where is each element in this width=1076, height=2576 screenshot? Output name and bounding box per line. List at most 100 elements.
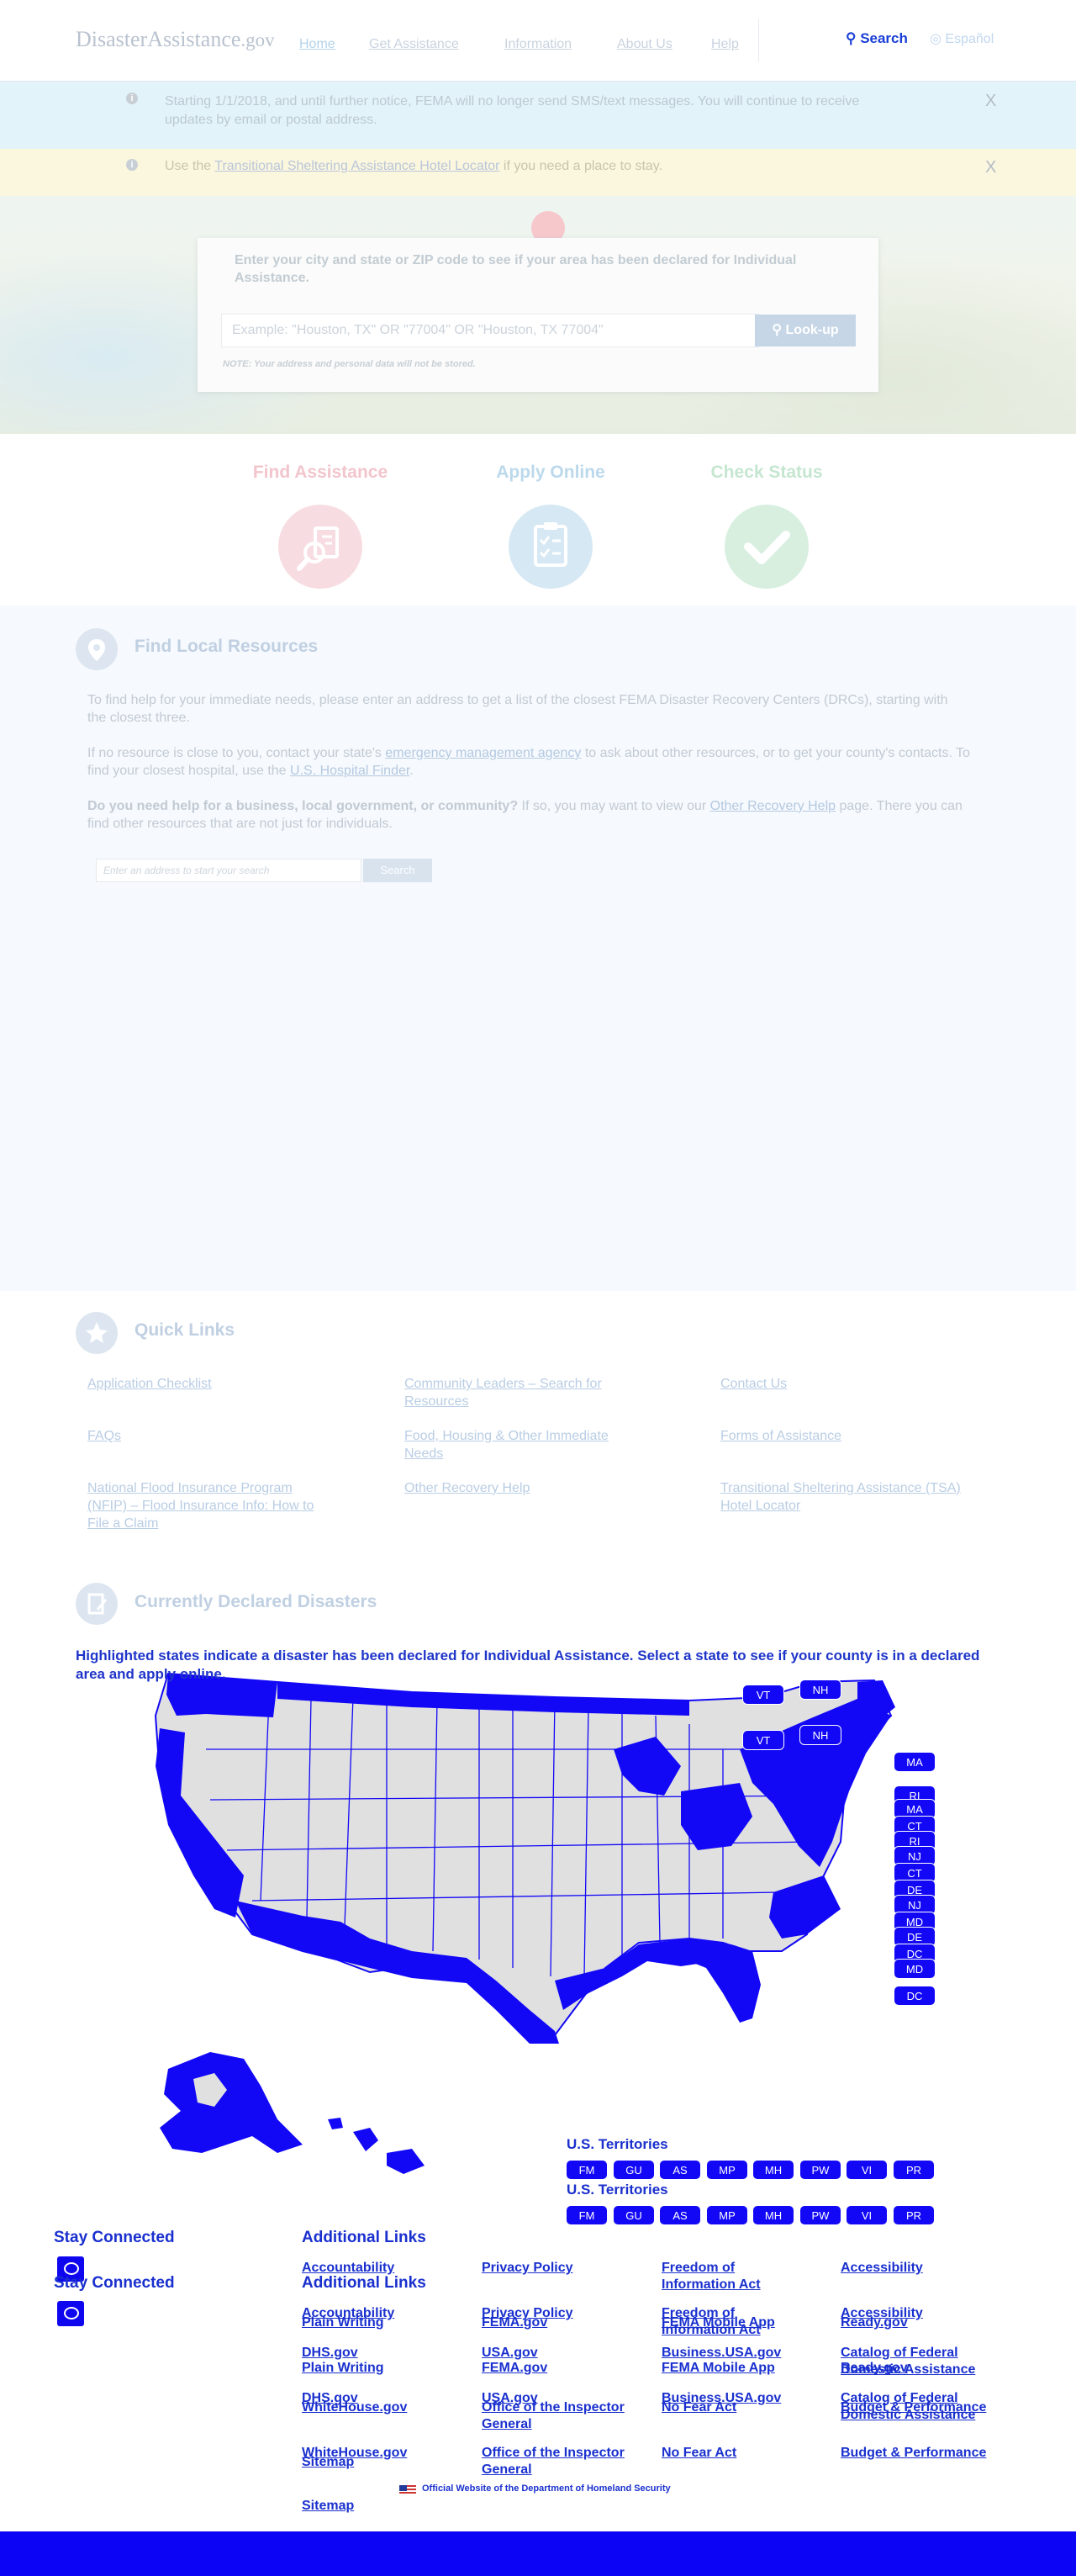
map-region-florida[interactable] [685, 1943, 761, 2023]
footer-link[interactable]: Budget & Performance [841, 2399, 1009, 2416]
hospital-finder-link[interactable]: U.S. Hospital Finder [290, 764, 409, 778]
quick-link[interactable]: FAQs [87, 1427, 331, 1445]
quick-link[interactable]: Application Checklist [87, 1375, 331, 1393]
footer-link[interactable]: FEMA Mobile App [662, 2360, 821, 2377]
territory-chip-mh[interactable]: MH [752, 2160, 794, 2180]
territory-chip-as[interactable]: AS [659, 2205, 701, 2225]
check-status-action[interactable]: Check Status [683, 463, 851, 589]
nav-home[interactable]: Home [299, 37, 335, 52]
location-input[interactable] [221, 314, 759, 347]
territory-chip-as[interactable]: AS [659, 2160, 701, 2180]
nav-help[interactable]: Help [711, 37, 739, 52]
territory-chip-pr[interactable]: PR [893, 2205, 935, 2225]
address-search-input[interactable] [96, 859, 361, 882]
footer-link[interactable]: Freedom of Information Act [662, 2260, 804, 2293]
territory-chip-fm[interactable]: FM [566, 2160, 608, 2180]
chat-icon[interactable] [57, 2301, 84, 2326]
footer-link[interactable]: Sitemap [302, 2498, 462, 2515]
map-contiguous-us[interactable] [154, 1672, 893, 2037]
site-logo[interactable]: DisasterAssistance.gov [76, 27, 275, 52]
footer-link-text: Office of the Inspector General [482, 2446, 625, 2477]
star-icon [76, 1312, 118, 1354]
state-chip-dc[interactable]: DC [894, 1986, 936, 2006]
territory-chip-mh[interactable]: MH [752, 2205, 794, 2225]
site-header: DisasterAssistance.gov Home Get Assistan… [0, 0, 1076, 82]
bottom-bar [0, 2531, 1076, 2576]
quick-link[interactable]: National Flood Insurance Program (NFIP) … [87, 1479, 331, 1532]
tsa-hotel-locator-link[interactable]: Transitional Sheltering Assistance Hotel… [214, 159, 499, 173]
find-assistance-action[interactable]: Find Assistance [236, 463, 404, 589]
emergency-management-link[interactable]: emergency management agency [385, 746, 581, 760]
other-recovery-help-link[interactable]: Other Recovery Help [710, 799, 836, 813]
state-chip-nh[interactable]: NH [799, 1725, 841, 1745]
footer-link[interactable]: Accessibility [841, 2260, 1000, 2277]
address-search-button[interactable]: Search [363, 859, 432, 882]
sms-alert: i Starting 1/1/2018, and until further n… [0, 82, 1076, 149]
map-alaska[interactable] [160, 2052, 303, 2153]
state-chip-vt[interactable]: VT [742, 1730, 784, 1750]
footer-link[interactable]: No Fear Act [662, 2399, 821, 2416]
nav-information[interactable]: Information [504, 37, 572, 52]
footer-link[interactable]: Sitemap [302, 2454, 462, 2471]
footer-link-text: Sitemap [302, 2455, 355, 2469]
territory-chip-pr[interactable]: PR [893, 2160, 935, 2180]
document-edit-icon [76, 1583, 118, 1625]
footer-link[interactable]: Privacy Policy [482, 2260, 641, 2277]
close-alert-button[interactable]: X [985, 92, 996, 110]
footer-link[interactable]: Accountability [302, 2260, 462, 2277]
footer-link[interactable]: DHS.gov [302, 2345, 462, 2362]
alert-text: Starting 1/1/2018, and until further not… [165, 94, 860, 127]
footer-link[interactable]: FEMA Mobile App [662, 2314, 821, 2331]
lookup-button[interactable]: ⚲ Look-up [755, 315, 856, 346]
apply-online-action[interactable]: Apply Online [467, 463, 635, 589]
action-label: Check Status [710, 463, 823, 482]
footer-link[interactable]: Plain Writing [302, 2360, 462, 2377]
state-chip-vt[interactable]: VT [742, 1685, 784, 1705]
territory-chip-mp[interactable]: MP [706, 2160, 748, 2180]
footer-link[interactable]: Ready.gov [841, 2314, 1000, 2331]
footer-link-text: FEMA Mobile App [662, 2361, 775, 2375]
quick-link[interactable]: Transitional Sheltering Assistance (TSA)… [720, 1479, 964, 1515]
territory-chip-vi[interactable]: VI [846, 2160, 888, 2180]
state-chip-md[interactable]: MD [894, 1959, 936, 1979]
territory-chip-pw[interactable]: PW [799, 2160, 841, 2180]
footer-link[interactable]: Office of the Inspector General [482, 2445, 625, 2478]
section-title: Currently Declared Disasters [134, 1592, 377, 1611]
alert-prefix: Use the [165, 159, 215, 173]
territory-chip-mp[interactable]: MP [706, 2205, 748, 2225]
territory-chip-vi[interactable]: VI [846, 2205, 888, 2225]
footer-link[interactable]: USA.gov [482, 2345, 641, 2362]
territory-chip-fm[interactable]: FM [566, 2205, 608, 2225]
territory-chip-pw[interactable]: PW [799, 2205, 841, 2225]
quick-link[interactable]: Contact Us [720, 1375, 964, 1393]
quick-link[interactable]: Forms of Assistance [720, 1427, 964, 1445]
us-disaster-map[interactable] [134, 1648, 975, 2187]
footer-link[interactable]: Office of the Inspector General [482, 2399, 625, 2433]
alert-text: Use the Transitional Sheltering Assistan… [165, 157, 879, 176]
quick-link[interactable]: Food, Housing & Other Immediate Needs [404, 1427, 648, 1463]
territory-chip-gu[interactable]: GU [613, 2205, 655, 2225]
footer-link-text: Plain Writing [302, 2315, 384, 2330]
footer-link[interactable]: FEMA.gov [482, 2314, 641, 2331]
official-website-notice: Official Website of the Department of Ho… [422, 2483, 671, 2494]
close-alert-button[interactable]: X [985, 158, 996, 177]
quick-link[interactable]: Community Leaders – Search for Resources [404, 1375, 648, 1410]
footer-link[interactable]: WhiteHouse.gov [302, 2399, 462, 2416]
footer-link[interactable]: FEMA.gov [482, 2360, 641, 2377]
footer-link[interactable]: No Fear Act [662, 2445, 821, 2462]
footer-link[interactable]: Budget & Performance [841, 2445, 1009, 2462]
language-link[interactable]: ◎ Español [930, 30, 994, 47]
search-button[interactable]: ⚲ Search [846, 30, 908, 47]
footer-link[interactable]: Business.USA.gov [662, 2345, 821, 2362]
quick-link[interactable]: Other Recovery Help [404, 1479, 648, 1497]
footer-link-text: Business.USA.gov [662, 2346, 782, 2360]
footer-link-text: USA.gov [482, 2346, 538, 2360]
nav-get-assistance[interactable]: Get Assistance [369, 37, 459, 52]
nav-about-us[interactable]: About Us [617, 37, 672, 52]
footer-link[interactable]: Ready.gov [841, 2360, 1000, 2377]
map-hawaii[interactable] [328, 2118, 425, 2174]
state-chip-ma[interactable]: MA [894, 1752, 936, 1772]
territory-chip-gu[interactable]: GU [613, 2160, 655, 2180]
footer-link[interactable]: Plain Writing [302, 2314, 462, 2331]
globe-icon: ◎ [930, 32, 942, 46]
